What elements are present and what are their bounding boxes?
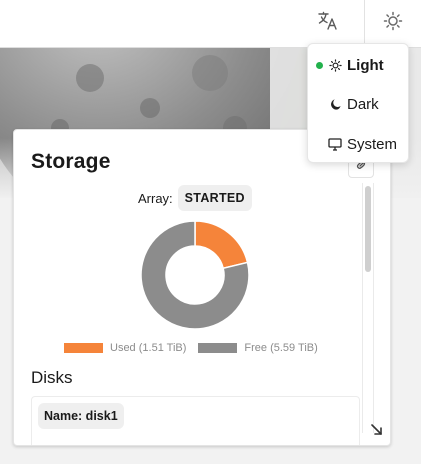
resize-handle[interactable] <box>368 424 384 440</box>
legend-used[interactable]: Used (1.51 TiB) <box>64 342 186 354</box>
translate-icon <box>317 10 339 37</box>
sun-icon <box>328 58 342 72</box>
theme-toggle-button[interactable] <box>364 0 420 47</box>
theme-option-system[interactable]: System <box>308 125 408 163</box>
card-title: Storage <box>31 150 111 173</box>
donut-slice-used[interactable] <box>194 220 249 270</box>
resize-arrow-icon <box>370 423 383 441</box>
scrollbar-thumb[interactable] <box>365 186 371 272</box>
disks-heading: Disks <box>31 368 73 387</box>
array-status-row: Array: STARTED <box>138 184 252 212</box>
storage-donut-chart <box>140 220 250 330</box>
legend-free[interactable]: Free (5.59 TiB) <box>198 342 318 354</box>
chart-legend: Used (1.51 TiB) Free (5.59 TiB) <box>64 340 330 356</box>
disk-name-badge: Name: disk1 <box>38 403 124 429</box>
selected-indicator-dot <box>316 61 323 69</box>
theme-dropdown-menu: Light Dark System <box>307 43 409 163</box>
top-bar <box>0 0 421 48</box>
monitor-icon <box>328 137 342 151</box>
moon-icon <box>328 97 342 111</box>
theme-option-label: Dark <box>347 95 379 113</box>
storage-card: Storage Array: STARTED Used (1.51 TiB) F… <box>13 129 391 446</box>
sun-icon <box>383 11 403 36</box>
legend-used-swatch <box>64 343 103 353</box>
disk-list-item: Name: disk1 <box>31 396 360 445</box>
legend-free-swatch <box>198 343 238 353</box>
card-scrollbar[interactable] <box>362 183 374 433</box>
theme-option-label: System <box>347 135 398 153</box>
translate-button[interactable] <box>300 0 356 47</box>
array-label: Array: <box>138 190 173 206</box>
legend-free-label: Free (5.59 TiB) <box>244 342 318 354</box>
theme-option-label: Light <box>347 56 384 74</box>
legend-used-label: Used (1.51 TiB) <box>110 342 187 354</box>
theme-option-dark[interactable]: Dark <box>308 85 408 123</box>
theme-option-light[interactable]: Light <box>308 46 408 84</box>
array-status-badge: STARTED <box>177 185 252 211</box>
